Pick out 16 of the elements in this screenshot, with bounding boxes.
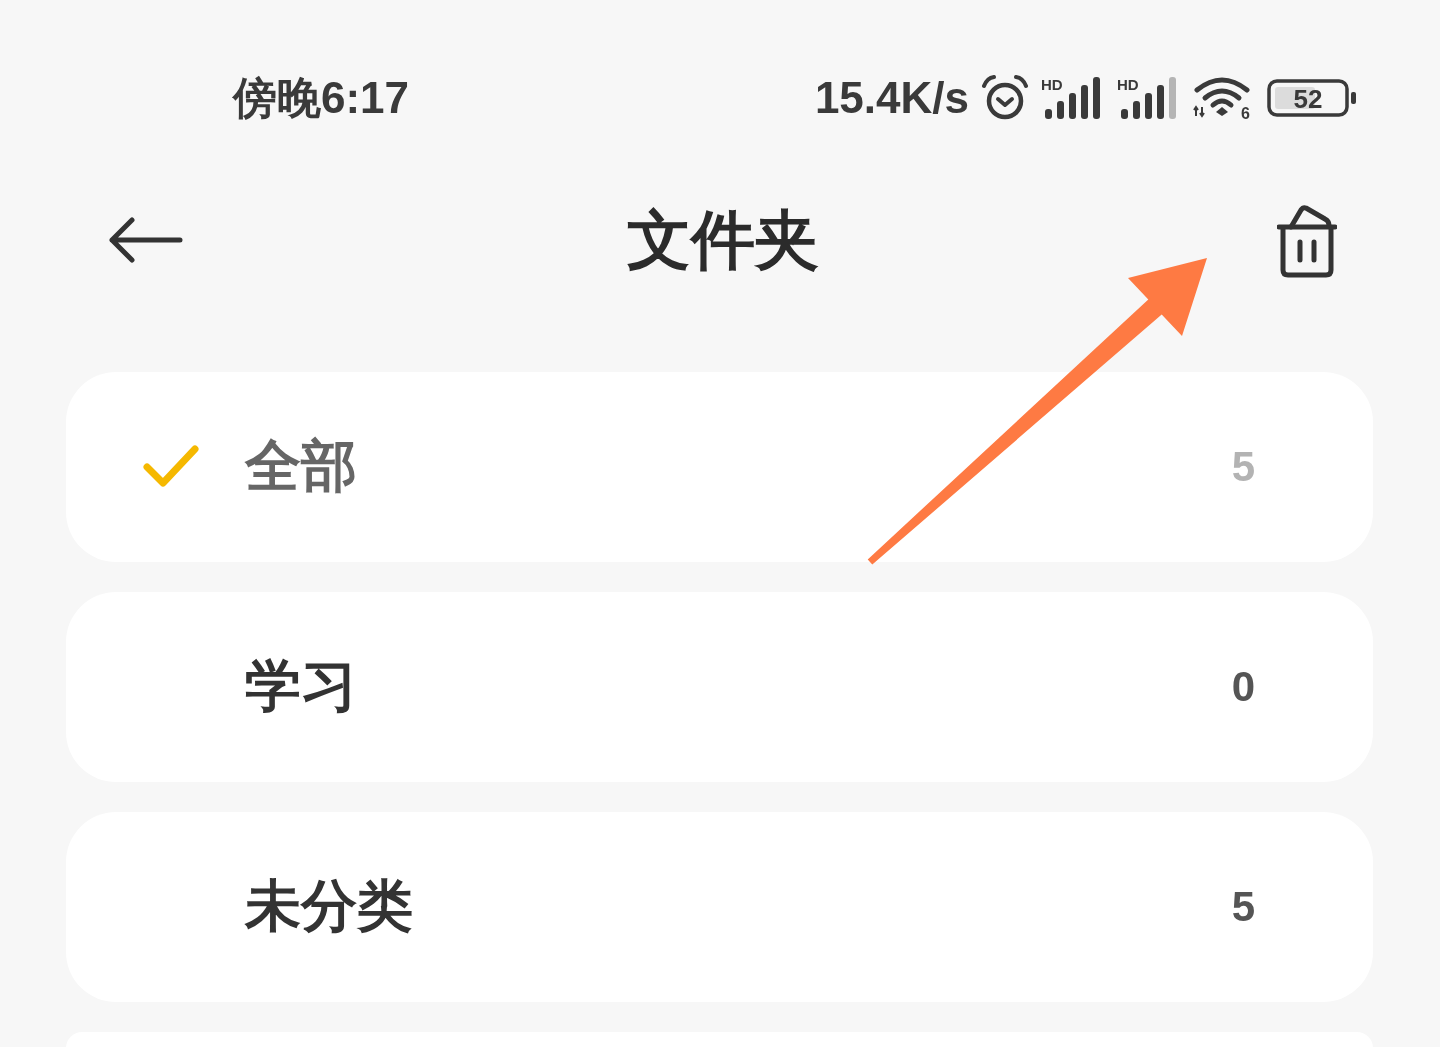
- folder-count: 0: [1231, 663, 1255, 711]
- folder-name: 未分类: [245, 873, 414, 939]
- folder-count: 5: [1231, 443, 1255, 491]
- network-speed: 15.4K/s: [814, 73, 969, 123]
- back-button[interactable]: [108, 216, 184, 264]
- folder-name: 全部: [245, 433, 358, 499]
- alarm-clock-icon: [981, 75, 1029, 121]
- check-icon: [143, 445, 199, 489]
- trash-button[interactable]: [1277, 202, 1337, 278]
- folder-item[interactable]: 学习 0: [66, 592, 1373, 782]
- folder-name: 学习: [245, 653, 358, 719]
- folder-count: 5: [1231, 883, 1255, 931]
- folder-item[interactable]: 未分类 5: [66, 812, 1373, 1002]
- page-title: 文件夹: [626, 202, 819, 278]
- status-time: 傍晚6:17: [233, 71, 410, 124]
- folder-item[interactable]: 全部 5: [66, 372, 1373, 562]
